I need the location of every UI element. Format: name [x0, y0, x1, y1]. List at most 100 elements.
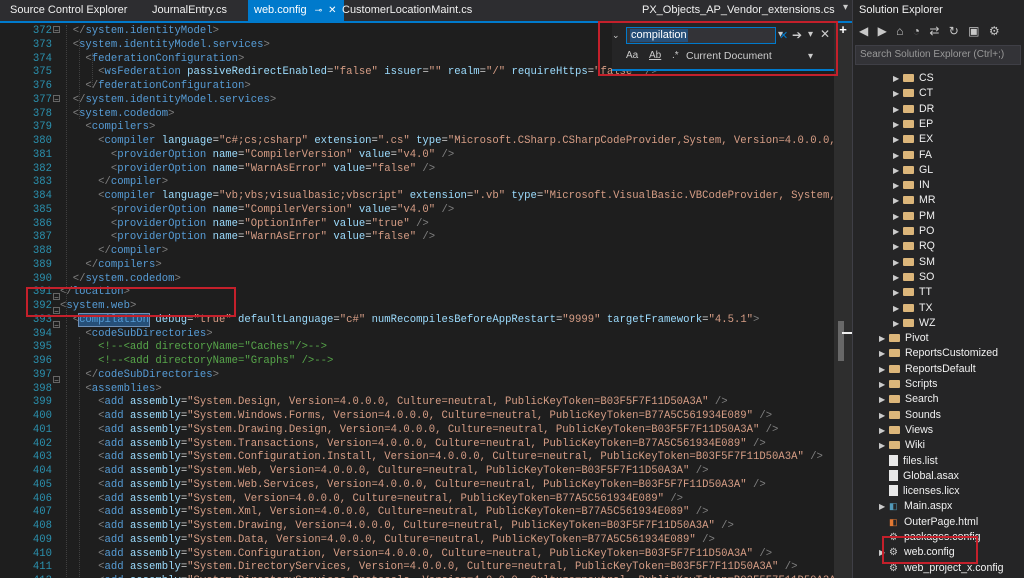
- code-line[interactable]: </compilers>: [60, 259, 834, 273]
- split-editor-icon[interactable]: +: [836, 23, 850, 37]
- tree-item[interactable]: ▶ ReportsCustomized: [879, 346, 998, 361]
- tree-item[interactable]: ▶ TX: [893, 301, 933, 316]
- tree-item[interactable]: ▶ Pivot: [879, 331, 929, 346]
- collapse-icon[interactable]: −: [53, 95, 60, 104]
- refresh-icon[interactable]: ↻: [949, 24, 959, 38]
- expand-arrow-icon[interactable]: ▶: [879, 377, 889, 392]
- code-line[interactable]: <add assembly="System.Transactions, Vers…: [60, 438, 834, 452]
- expand-arrow-icon[interactable]: ▶: [893, 301, 903, 316]
- expand-arrow-icon[interactable]: ▶: [893, 86, 903, 101]
- expand-arrow-icon[interactable]: ▶: [893, 316, 903, 331]
- expand-arrow-icon[interactable]: ▶: [893, 270, 903, 285]
- tree-item[interactable]: ▶ FA: [893, 148, 932, 163]
- code-line[interactable]: <add assembly="System.Xml, Version=4.0.0…: [60, 506, 834, 520]
- code-line[interactable]: <compilation debug="true" defaultLanguag…: [60, 312, 834, 328]
- code-line[interactable]: <add assembly="System.DirectoryServices,…: [60, 561, 834, 575]
- code-line[interactable]: </system.codedom>: [60, 273, 834, 287]
- code-line[interactable]: <providerOption name="WarnAsError" value…: [60, 163, 834, 177]
- code-line[interactable]: <add assembly="System.Drawing, Version=4…: [60, 520, 834, 534]
- code-line[interactable]: <providerOption name="OptionInfer" value…: [60, 218, 834, 232]
- code-line[interactable]: <!--<add directoryName="Graphs" />-->: [60, 355, 834, 369]
- expand-arrow-icon[interactable]: ▶: [893, 117, 903, 132]
- code-line[interactable]: <compiler language="vb;vbs;visualbasic;v…: [60, 190, 834, 204]
- expand-arrow-icon[interactable]: ▶: [893, 178, 903, 193]
- expand-arrow-icon[interactable]: ▶: [893, 209, 903, 224]
- expand-arrow-icon[interactable]: ▶: [879, 362, 889, 377]
- code-editor[interactable]: 372 373 374 375 376 377 378 379 380 381 382 383 384 3…: [0, 23, 834, 578]
- properties-icon[interactable]: ⚙: [989, 24, 1000, 38]
- expand-arrow-icon[interactable]: ▶: [879, 408, 889, 423]
- tree-item[interactable]: files.list: [879, 454, 938, 469]
- tab-source-control-explorer[interactable]: Source Control Explorer: [4, 0, 133, 21]
- collapse-icon[interactable]: −: [53, 321, 60, 330]
- code-line[interactable]: <add assembly="System, Version=4.0.0.0, …: [60, 493, 834, 507]
- tree-item[interactable]: ▶ SO: [893, 270, 934, 285]
- expand-arrow-icon[interactable]: ▶: [893, 163, 903, 178]
- code-line[interactable]: <providerOption name="CompilerVersion" v…: [60, 149, 834, 163]
- editor-scrollbar[interactable]: +: [834, 23, 852, 578]
- tree-item[interactable]: ▶ MR: [893, 193, 935, 208]
- tree-item[interactable]: ▶ Views: [879, 423, 933, 438]
- tree-item[interactable]: Global.asax: [879, 469, 959, 484]
- expand-arrow-icon[interactable]: ▶: [893, 285, 903, 300]
- tree-item[interactable]: ▶ RQ: [893, 239, 935, 254]
- tree-item[interactable]: ⚙ packages.config: [879, 530, 981, 545]
- code-line[interactable]: </codeSubDirectories>: [60, 369, 834, 383]
- tab-journal-entry[interactable]: JournalEntry.cs: [146, 0, 233, 21]
- tree-item[interactable]: ▶ CT: [893, 86, 933, 101]
- code-line[interactable]: <system.codedom>: [60, 108, 834, 122]
- expand-arrow-icon[interactable]: ▶: [879, 331, 889, 346]
- expand-arrow-icon[interactable]: ▶: [879, 545, 889, 560]
- expand-arrow-icon[interactable]: ▶: [893, 148, 903, 163]
- tab-customer-location-maint[interactable]: CustomerLocationMaint.cs: [336, 0, 478, 21]
- find-input[interactable]: compilation ✕: [626, 27, 788, 44]
- close-find-icon[interactable]: ✕: [820, 27, 830, 41]
- expand-arrow-icon[interactable]: ▶: [893, 224, 903, 239]
- tree-item[interactable]: ▶ EX: [893, 132, 933, 147]
- code-line[interactable]: </system.identityModel.services>: [60, 94, 834, 108]
- code-line[interactable]: </federationConfiguration>: [60, 80, 834, 94]
- code-line[interactable]: <codeSubDirectories>: [60, 328, 834, 342]
- expand-arrow-icon[interactable]: ▶: [893, 132, 903, 147]
- code-line[interactable]: <add assembly="System.Design, Version=4.…: [60, 396, 834, 410]
- tree-item[interactable]: ▶ ReportsDefault: [879, 362, 976, 377]
- expand-arrow-icon[interactable]: ▶: [879, 423, 889, 438]
- tree-item[interactable]: ▶ TT: [893, 285, 932, 300]
- expand-arrow-icon[interactable]: ▶: [879, 346, 889, 361]
- code-line[interactable]: <add assembly="System.Windows.Forms, Ver…: [60, 410, 834, 424]
- sync-icon[interactable]: ⇄: [929, 24, 939, 38]
- code-line[interactable]: <providerOption name="CompilerVersion" v…: [60, 204, 834, 218]
- tree-item[interactable]: ▶ EP: [893, 117, 933, 132]
- tree-item[interactable]: ⚙ web_project_x.config: [879, 561, 1004, 576]
- toggle-replace-icon[interactable]: ⌄: [612, 30, 620, 41]
- tree-item[interactable]: ▶ Scripts: [879, 377, 937, 392]
- tab-vendor-extensions[interactable]: PX_Objects_AP_Vendor_extensions.cs: [636, 0, 841, 21]
- expand-arrow-icon[interactable]: ▶: [893, 71, 903, 86]
- collapse-icon[interactable]: −: [53, 293, 60, 302]
- expand-arrow-icon[interactable]: ▶: [879, 499, 889, 514]
- pin-icon[interactable]: ⊸: [315, 5, 323, 15]
- expand-arrow-icon[interactable]: ▶: [879, 438, 889, 453]
- regex-icon[interactable]: .*: [672, 50, 679, 61]
- pending-changes-filter-icon[interactable]: ◔: [913, 24, 920, 38]
- match-case-icon[interactable]: Aa: [626, 50, 638, 61]
- tab-overflow-icon[interactable]: ▾: [843, 2, 848, 13]
- code-line[interactable]: </compiler>: [60, 176, 834, 190]
- expand-arrow-icon[interactable]: ▶: [893, 193, 903, 208]
- tree-item[interactable]: ◧ OuterPage.html: [879, 515, 978, 530]
- code-line[interactable]: <add assembly="System.Configuration, Ver…: [60, 548, 834, 562]
- tree-item[interactable]: ▶ WZ: [893, 316, 935, 331]
- collapse-icon[interactable]: −: [53, 307, 60, 316]
- find-next-icon[interactable]: ➔: [792, 28, 802, 42]
- tree-item[interactable]: ▶ Sounds: [879, 408, 941, 423]
- code-line[interactable]: <add assembly="System.Drawing.Design, Ve…: [60, 424, 834, 438]
- history-dropdown-icon[interactable]: ▾: [778, 29, 783, 40]
- code-line[interactable]: <compiler language="c#;cs;csharp" extens…: [60, 135, 834, 149]
- find-options-icon[interactable]: ▾: [808, 29, 813, 40]
- tree-item[interactable]: licenses.licx: [879, 484, 960, 499]
- code-line[interactable]: <providerOption name="WarnAsError" value…: [60, 231, 834, 245]
- tree-item[interactable]: ▶ PM: [893, 209, 935, 224]
- search-scope-dropdown[interactable]: Current Document: [686, 50, 772, 62]
- tree-item[interactable]: ▶ GL: [893, 163, 933, 178]
- code-line[interactable]: <compilers>: [60, 121, 834, 135]
